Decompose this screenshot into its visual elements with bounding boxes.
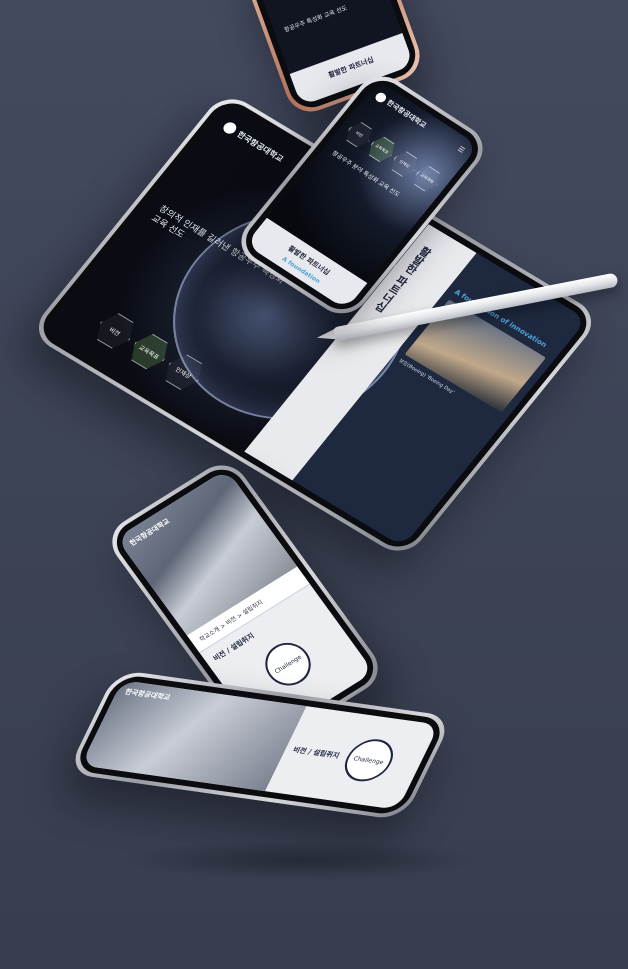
brand-name: 한국항공대학교 [235, 129, 286, 164]
floor-shadow [120, 840, 480, 880]
challenge-badge: Challenge [256, 634, 320, 694]
hamburger-menu-icon[interactable]: ☰ [456, 145, 466, 155]
hex-item[interactable]: 교육목표 [124, 329, 175, 373]
hero-copy: 항공우주 특성화 교육 선도 [283, 4, 349, 34]
mockup-stage: 항공우주 특성화 교육 선도 활발한 파트너십 한국항공대학교 창의적 인재를 … [0, 0, 628, 969]
seal-icon [220, 120, 239, 136]
phone-screen: 한국항공대학교 비전 / 설립취지 Challenge [80, 680, 440, 810]
hex-item[interactable]: 비전 [90, 309, 141, 353]
section-title: 비전 / 설립취지 [291, 745, 341, 760]
brand-logo[interactable]: 한국항공대학교 [123, 687, 172, 703]
phone-bottom-mockup: 한국항공대학교 비전 / 설립취지 Challenge [66, 669, 454, 821]
challenge-badge: Challenge [336, 736, 401, 785]
